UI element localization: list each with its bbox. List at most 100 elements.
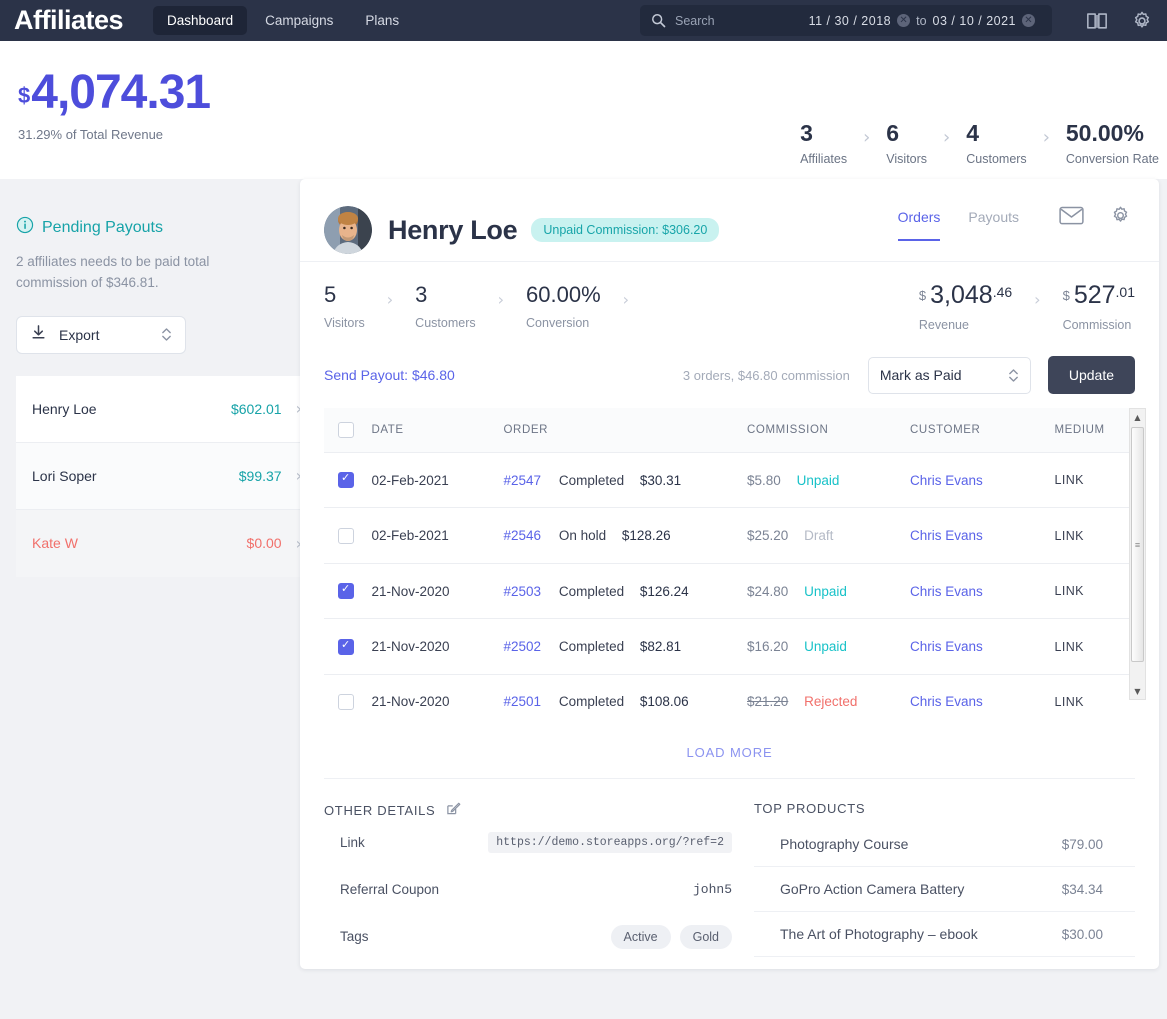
row-order-cell: #2547 Completed $30.31 — [503, 452, 748, 509]
list-item[interactable]: The Art of Photography – ebook $30.00 — [754, 912, 1135, 958]
table-row[interactable]: 02-Feb-2021 #2547 Completed $30.31 $5.80… — [324, 452, 1135, 509]
tab-payouts[interactable]: Payouts — [968, 209, 1019, 241]
scrollbar-thumb[interactable]: ≡ — [1131, 427, 1144, 662]
tag-gold[interactable]: Gold — [679, 924, 732, 949]
orders-table-scrollbar[interactable]: ▲ ≡ ▼ — [1129, 408, 1146, 700]
payout-amount: $602.01 — [230, 400, 282, 417]
order-id-link[interactable]: #2547 — [504, 473, 542, 488]
table-row[interactable]: 02-Feb-2021 #2546 On hold $128.26 $25.20… — [324, 507, 1135, 564]
tab-orders[interactable]: Orders — [897, 209, 941, 241]
search-and-daterange[interactable]: Search 11 / 30 / 2018 ✕ to 03 / 10 / 202… — [640, 5, 1052, 36]
commission-status-badge: Draft — [804, 528, 834, 544]
kpi-visitors[interactable]: 6 Visitors — [886, 121, 927, 166]
stat-separator-icon: › — [1034, 290, 1041, 309]
customer-link[interactable]: Chris Evans — [910, 473, 983, 488]
referral-link-value[interactable]: https://demo.storeapps.org/?ref=2 — [488, 832, 732, 854]
date-to-value[interactable]: 03 / 10 / 2021 — [933, 14, 1016, 28]
row-checkbox[interactable] — [338, 471, 354, 489]
row-checkbox[interactable] — [338, 527, 354, 544]
order-total: $108.06 — [639, 694, 689, 710]
mark-as-paid-select[interactable]: Mark as Paid — [867, 356, 1031, 394]
order-id-link[interactable]: #2503 — [504, 584, 542, 599]
other-details-block: OTHER DETAILS Link https://demo.storeapp… — [324, 801, 732, 960]
mail-icon[interactable] — [1059, 206, 1084, 230]
table-row[interactable]: 21-Nov-2020 #2502 Completed $82.81 $16.2… — [324, 618, 1135, 675]
detail-key-link: Link — [340, 835, 365, 851]
row-commission-cell: $24.80 Unpaid — [747, 563, 911, 620]
kpi-affiliates[interactable]: 3 Affiliates — [800, 121, 847, 166]
commission-amount: $21.20 — [747, 694, 789, 710]
pending-payouts-description: 2 affiliates needs to be paid total comm… — [16, 254, 210, 290]
chevron-updown-icon[interactable] — [1008, 368, 1019, 383]
row-select-cell — [324, 563, 372, 620]
header-medium[interactable]: MEDIUM — [1054, 408, 1135, 453]
orders-table-body: 02-Feb-2021 #2547 Completed $30.31 $5.80… — [324, 452, 1135, 730]
header-date[interactable]: DATE — [371, 408, 504, 453]
date-from-clear-icon[interactable]: ✕ — [897, 14, 911, 27]
stat-revenue[interactable]: $ 3,048 .46 Revenue — [919, 283, 1012, 332]
row-checkbox[interactable] — [338, 694, 354, 711]
revenue-amount: 4,074.31 — [31, 66, 211, 119]
order-id-link[interactable]: #2546 — [504, 528, 542, 543]
customer-link[interactable]: Chris Evans — [910, 639, 983, 654]
kpi-conversion-rate[interactable]: 50.00% Conversion Rate — [1066, 121, 1159, 166]
tag-active[interactable]: Active — [610, 924, 671, 949]
nav-item-plans[interactable]: Plans — [351, 6, 413, 35]
customer-link[interactable]: Chris Evans — [910, 528, 983, 543]
load-more-button[interactable]: LOAD MORE — [300, 729, 1159, 778]
header-customer[interactable]: CUSTOMER — [910, 408, 1055, 453]
export-button[interactable]: Export — [16, 315, 186, 354]
stat-commission[interactable]: $ 527 .01 Commission — [1063, 283, 1135, 332]
list-item[interactable]: Henry Loe $602.01 › — [16, 375, 316, 443]
order-id-link[interactable]: #2501 — [504, 694, 542, 709]
order-total: $82.81 — [639, 639, 682, 655]
row-date: 02-Feb-2021 — [371, 452, 504, 509]
stat-conversion-value: 60.00% — [526, 282, 601, 307]
stat-visitors[interactable]: 5 Visitors — [324, 284, 365, 331]
row-select-cell — [324, 507, 372, 564]
row-checkbox[interactable] — [338, 582, 354, 600]
commission-amount: $16.20 — [747, 639, 789, 655]
list-item[interactable]: Kate W $0.00 › — [16, 509, 316, 577]
money-stats-group: $ 3,048 .46 Revenue › $ 527 .01 Commissi… — [919, 283, 1135, 332]
book-icon[interactable] — [1086, 11, 1108, 30]
list-item[interactable]: Lori Soper $99.37 › — [16, 442, 316, 510]
row-customer: Chris Evans — [910, 507, 1055, 564]
payout-affiliate-name: Henry Loe — [32, 400, 97, 417]
date-from-value[interactable]: 11 / 30 / 2018 — [809, 14, 892, 28]
app-brand-title: Affiliates — [14, 5, 124, 35]
top-products-block: TOP PRODUCTS Photography Course $79.00 G… — [732, 801, 1135, 960]
stat-customers[interactable]: 3 Customers — [415, 284, 475, 331]
date-to-clear-icon[interactable]: ✕ — [1022, 14, 1035, 27]
table-row[interactable]: 21-Nov-2020 #2503 Completed $126.24 $24.… — [324, 563, 1135, 620]
order-total: $128.26 — [621, 528, 671, 544]
payout-action-row: Send Payout: $46.80 3 orders, $46.80 com… — [300, 346, 1159, 408]
customer-link[interactable]: Chris Evans — [910, 584, 983, 599]
kpi-customers[interactable]: 4 Customers — [966, 121, 1026, 166]
stat-conversion[interactable]: 60.00% Conversion — [526, 282, 601, 331]
update-button[interactable]: Update — [1047, 356, 1135, 394]
scroll-up-arrow-icon[interactable]: ▲ — [1130, 409, 1145, 425]
select-all-checkbox[interactable] — [338, 422, 354, 438]
chevron-updown-icon[interactable] — [161, 327, 172, 342]
kpi-visitors-value: 6 — [886, 120, 900, 146]
list-item[interactable]: Photography Course $79.00 — [754, 822, 1135, 868]
edit-icon[interactable] — [446, 801, 461, 819]
scroll-down-arrow-icon[interactable]: ▼ — [1130, 683, 1145, 699]
gear-icon[interactable] — [1131, 10, 1153, 32]
nav-item-dashboard[interactable]: Dashboard — [153, 6, 248, 35]
kpi-affiliates-label: Affiliates — [800, 152, 848, 167]
customer-link[interactable]: Chris Evans — [910, 694, 983, 709]
table-row[interactable]: 21-Nov-2020 #2501 Completed $108.06 $21.… — [324, 674, 1135, 729]
nav-item-campaigns[interactable]: Campaigns — [251, 6, 347, 35]
row-checkbox[interactable] — [338, 638, 354, 655]
list-item[interactable]: GoPro Action Camera Battery $34.34 — [754, 867, 1135, 913]
search-input[interactable]: Search — [675, 14, 809, 28]
row-medium: LINK — [1054, 507, 1135, 564]
order-id-link[interactable]: #2502 — [504, 639, 542, 654]
gear-icon[interactable] — [1110, 205, 1131, 231]
kpi-separator-icon: › — [863, 127, 871, 148]
header-commission[interactable]: COMMISSION — [747, 408, 911, 453]
send-payout-link[interactable]: Send Payout: $46.80 — [324, 367, 455, 383]
header-order[interactable]: ORDER — [503, 408, 748, 453]
